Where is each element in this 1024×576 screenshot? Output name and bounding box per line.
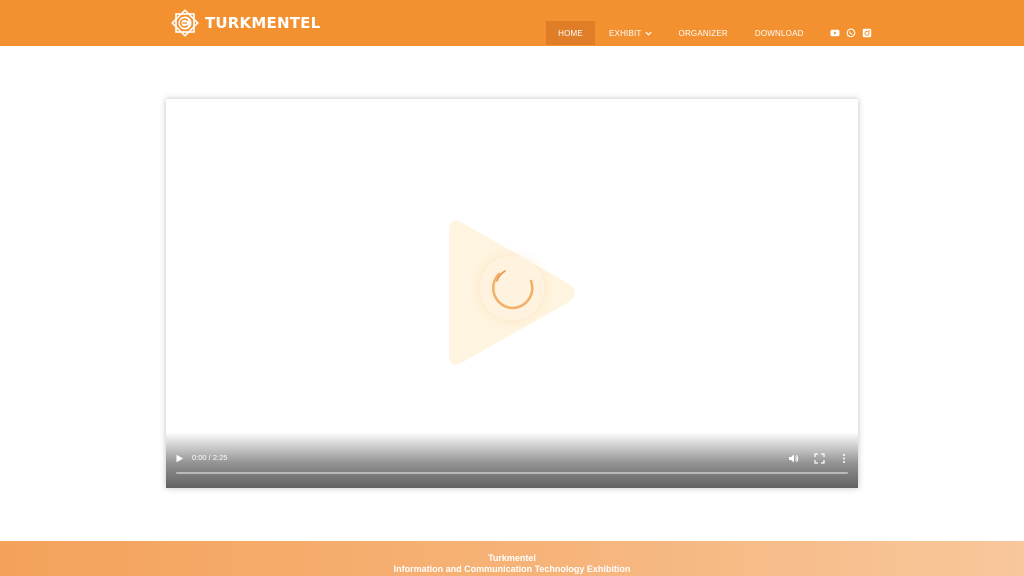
social-links xyxy=(830,28,872,38)
site-footer: Turkmentel Information and Communication… xyxy=(0,541,1024,576)
youtube-icon[interactable] xyxy=(830,28,840,38)
nav-item-label: HOME xyxy=(558,28,583,38)
video-progress-bar[interactable] xyxy=(176,472,848,474)
brand-logo[interactable]: TURKMENTEL xyxy=(168,6,320,40)
nav-item-organizer[interactable]: ORGANIZER xyxy=(679,21,728,45)
nav-item-exhibit[interactable]: EXHIBIT xyxy=(609,21,652,45)
site-header: TURKMENTEL HOME EXHIBIT ORGANIZER DOWNLO… xyxy=(0,0,1024,46)
play-icon[interactable] xyxy=(175,454,184,463)
video-time: 0:00 / 2:25 xyxy=(192,453,228,462)
chevron-down-icon xyxy=(645,31,652,36)
more-options-icon[interactable] xyxy=(840,453,848,464)
volume-icon[interactable] xyxy=(788,453,799,464)
nav-item-label: EXHIBIT xyxy=(609,28,642,38)
footer-subtitle: Information and Communication Technology… xyxy=(393,564,631,574)
fullscreen-icon[interactable] xyxy=(814,453,825,464)
main-nav: HOME EXHIBIT ORGANIZER DOWNLOAD xyxy=(546,21,872,45)
footer-title: Turkmentel xyxy=(488,553,536,563)
video-controls: 0:00 / 2:25 xyxy=(166,432,858,488)
nav-item-label: DOWNLOAD xyxy=(754,28,804,38)
instagram-icon[interactable] xyxy=(862,28,872,38)
spinner-icon xyxy=(492,270,534,310)
brand-name: TURKMENTEL xyxy=(205,14,321,32)
nav-item-label: ORGANIZER xyxy=(678,28,728,38)
octagram-logo-icon xyxy=(171,9,199,37)
whatsapp-icon[interactable] xyxy=(846,28,856,38)
video-player[interactable]: 0:00 / 2:25 xyxy=(166,99,858,488)
nav-item-home[interactable]: HOME xyxy=(546,21,595,45)
nav-item-download[interactable]: DOWNLOAD xyxy=(755,21,804,45)
